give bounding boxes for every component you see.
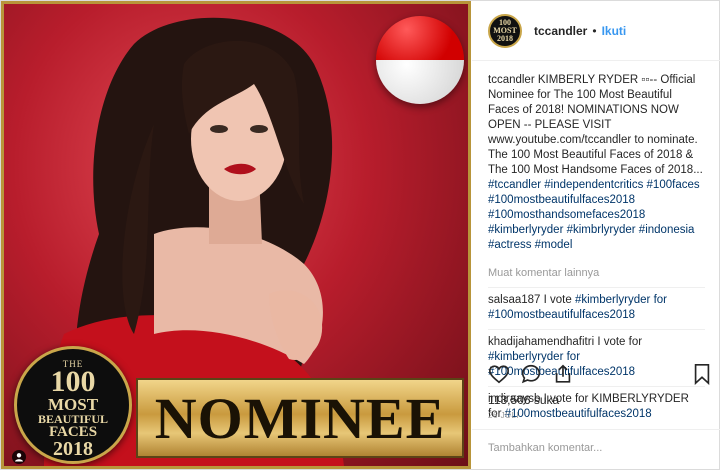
likes-count[interactable]: 113,506 suka xyxy=(488,393,559,407)
load-more-comments-link[interactable]: Muat komentar lainnya xyxy=(488,266,705,281)
comment-icon[interactable] xyxy=(520,363,542,385)
bookmark-icon[interactable] xyxy=(692,363,712,385)
instagram-post: THE 100 MOST BEAUTIFUL FACES 2018 NOMINE… xyxy=(0,0,720,470)
user-tag-icon[interactable] xyxy=(12,450,26,464)
post-header: 100 MOST 2018 tccandler • Ikuti xyxy=(472,1,720,61)
heart-icon[interactable] xyxy=(488,363,510,385)
badge-line: 2018 xyxy=(53,438,93,460)
100-most-beautiful-faces-logo: THE 100 MOST BEAUTIFUL FACES 2018 xyxy=(14,346,132,464)
comment-username[interactable]: khadijahamendhafitri xyxy=(488,336,594,348)
caption-username[interactable]: tccandler xyxy=(488,74,535,86)
add-comment-input[interactable]: Tambahkan komentar... xyxy=(472,429,720,466)
comment-text: I vote xyxy=(540,294,575,306)
post-image[interactable]: THE 100 MOST BEAUTIFUL FACES 2018 NOMINE… xyxy=(1,1,471,469)
comment-text: I vote for xyxy=(594,336,643,348)
post-sidebar: 100 MOST 2018 tccandler • Ikuti tccandle… xyxy=(472,1,720,471)
badge-line: 100 xyxy=(50,365,96,398)
avatar[interactable]: 100 MOST 2018 xyxy=(488,13,522,48)
caption-text: KIMBERLY RYDER ▫▫-- Official Nominee for… xyxy=(488,74,703,176)
comment-hashtags[interactable]: #100mostbeautifulfaces2018 xyxy=(505,408,652,420)
action-bar xyxy=(488,363,712,389)
share-icon[interactable] xyxy=(552,363,574,385)
separator-dot: • xyxy=(592,23,597,38)
post-date[interactable]: 26 JULI xyxy=(488,411,519,420)
post-caption: tccandler KIMBERLY RYDER ▫▫-- Official N… xyxy=(488,73,705,253)
username-link[interactable]: tccandler xyxy=(534,24,587,38)
badge-line: MOST xyxy=(47,395,99,414)
caption-hashtags[interactable]: #tccandler #independentcritics #100faces… xyxy=(488,179,700,251)
comment-username[interactable]: salsaa187 xyxy=(488,294,540,306)
comment-item: salsaa187 I vote #kimberlyryder for #100… xyxy=(488,287,705,323)
indonesia-flag-icon xyxy=(376,16,464,104)
nominee-banner: NOMINEE xyxy=(136,378,464,458)
follow-button[interactable]: Ikuti xyxy=(602,24,627,38)
